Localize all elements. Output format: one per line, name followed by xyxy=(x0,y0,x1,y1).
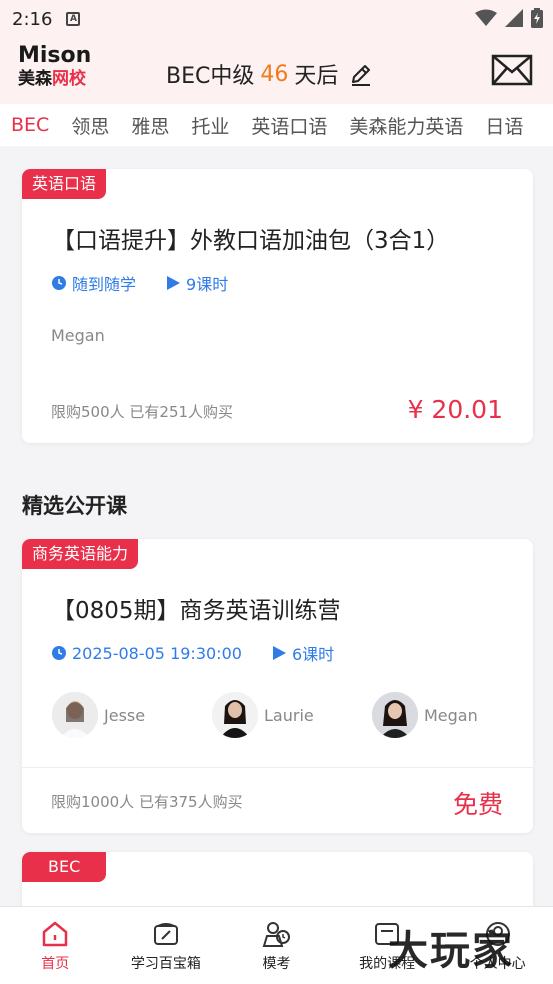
course-price: 免费 xyxy=(452,790,503,819)
nav-toolbox[interactable]: 学习百宝箱 xyxy=(111,907,222,984)
course-card[interactable]: 商务英语能力 【0805期】商务英语训练营 2025-08-05 19:30:0… xyxy=(22,539,533,833)
battery-icon xyxy=(531,8,543,28)
nav-home[interactable]: 首页 xyxy=(0,907,111,984)
logo-text-bottom: 美森网校 xyxy=(18,68,108,90)
purchase-info: 限购500人 已有251人购买 xyxy=(51,403,234,421)
teacher-name: Megan xyxy=(51,326,105,345)
play-icon xyxy=(272,646,286,660)
nav-label: 学习百宝箱 xyxy=(130,956,201,972)
wifi-icon xyxy=(475,9,497,26)
mail-icon[interactable] xyxy=(491,54,533,86)
tab-linguaskill[interactable]: 领思 xyxy=(60,112,120,139)
exam-icon xyxy=(263,922,291,947)
countdown-exam-name: BEC中级 xyxy=(166,64,255,89)
purchase-info: 限购1000人 已有375人购买 xyxy=(51,793,243,811)
tab-mison-ability-english[interactable]: 美森能力英语 xyxy=(338,112,474,139)
teacher-name: Laurie xyxy=(264,706,314,725)
watermark: 大玩家 xyxy=(388,928,514,974)
course-tag: 英语口语 xyxy=(22,169,107,199)
teacher-avatar xyxy=(372,692,418,738)
a-notification-icon: A xyxy=(66,12,81,26)
exam-countdown[interactable]: BEC中级 46 天后 xyxy=(166,58,374,90)
category-tabs: BEC 领思 雅思 托业 英语口语 美森能力英语 日语 xyxy=(0,104,553,146)
course-title: 【口语提升】外教口语加油包（3合1） xyxy=(52,228,450,254)
tab-bec[interactable]: BEC xyxy=(0,114,60,136)
course-schedule: 2025-08-05 19:30:00 xyxy=(72,643,242,663)
section-title-public-courses: 精选公开课 xyxy=(22,494,127,518)
tab-japanese[interactable]: 日语 xyxy=(474,112,534,139)
tab-toeic[interactable]: 托业 xyxy=(180,112,240,139)
clock-icon xyxy=(52,276,66,290)
toolbox-icon xyxy=(153,923,178,945)
tab-spoken-english[interactable]: 英语口语 xyxy=(240,112,338,139)
logo-text-meisen: 美森 xyxy=(18,69,52,89)
course-tag: 商务英语能力 xyxy=(22,539,139,569)
course-meta: 随到随学 9课时 xyxy=(52,271,228,295)
countdown-days: 46 xyxy=(260,61,289,87)
nav-mock-exam[interactable]: 模考 xyxy=(221,907,332,984)
course-meta: 2025-08-05 19:30:00 6课时 xyxy=(52,641,334,665)
course-lessons: 6课时 xyxy=(291,645,335,664)
logo-text-wangxiao: 网校 xyxy=(52,69,86,89)
countdown-suffix: 天后 xyxy=(294,64,339,89)
status-time: 2:16 xyxy=(12,8,53,30)
course-lessons: 9课时 xyxy=(186,275,229,294)
nav-label: 模考 xyxy=(262,956,291,972)
course-tag: BEC xyxy=(22,852,107,882)
teacher-avatar xyxy=(212,692,258,738)
clock-icon xyxy=(52,646,66,660)
teacher-avatar xyxy=(52,692,98,738)
tab-ielts[interactable]: 雅思 xyxy=(120,112,180,139)
logo-text-top: Mison xyxy=(18,43,92,68)
play-icon xyxy=(167,276,181,290)
signal-icon xyxy=(505,9,523,27)
course-price: ¥ 20.01 xyxy=(407,395,503,424)
course-title: 【0805期】商务英语训练营 xyxy=(52,598,341,624)
mison-logo: Mison 美森网校 xyxy=(18,44,108,94)
teacher-name: Jesse xyxy=(104,706,146,725)
edit-icon[interactable] xyxy=(348,61,374,87)
course-schedule: 随到随学 xyxy=(72,275,137,294)
nav-label: 首页 xyxy=(41,956,70,972)
card-divider xyxy=(22,767,533,768)
status-icons xyxy=(475,8,543,28)
app-header: Mison 美森网校 BEC中级 46 天后 xyxy=(0,38,553,104)
teacher-name: Megan xyxy=(424,706,478,725)
home-icon xyxy=(43,921,68,947)
status-bar: 2:16 A xyxy=(0,0,553,38)
course-card[interactable]: 英语口语 【口语提升】外教口语加油包（3合1） 随到随学 9课时 Megan 限… xyxy=(22,169,533,443)
